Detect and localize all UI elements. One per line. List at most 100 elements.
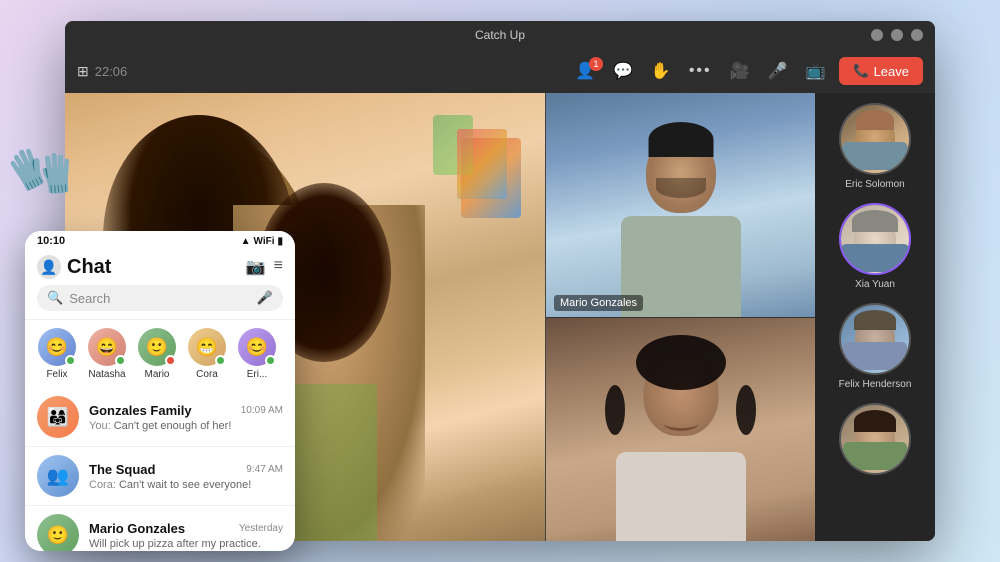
contact-name-eri: Eri...: [247, 369, 268, 380]
photo-more: [841, 405, 909, 473]
art-piece-1: [457, 129, 507, 199]
phone-time: 10:10: [37, 235, 65, 247]
avatar-felix: [839, 303, 911, 375]
woman-hair: [636, 335, 726, 390]
contact-avatar-felix: 😊: [38, 328, 76, 366]
chat-preview-gonzales: You: Can't get enough of her!: [89, 420, 283, 432]
signal-icon: ▲: [241, 236, 251, 247]
screen-share-icon[interactable]: 📺: [801, 57, 829, 85]
woman-body: [616, 452, 746, 541]
minimize-button[interactable]: [871, 29, 883, 41]
contact-mario[interactable]: 🙂 Mario: [137, 328, 177, 380]
sidebar-participant-xia[interactable]: Xia Yuan: [839, 203, 911, 291]
sidebar-participant-eric[interactable]: Eric Solomon: [839, 103, 911, 191]
chat-avatar-mario: 🙂: [37, 514, 79, 551]
search-icon: 🔍: [47, 290, 63, 306]
chat-header-icons: 📷 ≡: [246, 257, 283, 277]
status-dot-felix: [65, 355, 76, 366]
status-dot-cora: [215, 355, 226, 366]
contact-felix[interactable]: 😊 Felix: [37, 328, 77, 380]
chat-preview-mario: Will pick up pizza after my practice.: [89, 538, 283, 550]
chat-top-mario: Mario Gonzales Yesterday: [89, 521, 283, 536]
chat-item-gonzales[interactable]: 👨‍👩‍👧 Gonzales Family 10:09 AM You: Can'…: [25, 388, 295, 447]
toolbar-right: 👤 1 💬 ✋ ••• 🎥 🎤 📺 📞 Leave: [571, 57, 923, 85]
chat-top-squad: The Squad 9:47 AM: [89, 462, 283, 477]
preview-sender-squad: Cora:: [89, 479, 119, 491]
contact-avatar-mario: 🙂: [138, 328, 176, 366]
sidebar-participant-felix[interactable]: Felix Henderson: [839, 303, 912, 391]
contact-name-cora: Cora: [196, 369, 218, 380]
chat-name-mario: Mario Gonzales: [89, 521, 185, 536]
mario-video: [546, 93, 815, 317]
chat-preview-squad: Cora: Can't wait to see everyone!: [89, 479, 283, 491]
chat-info-squad: The Squad 9:47 AM Cora: Can't wait to se…: [89, 462, 283, 491]
more-options-icon[interactable]: •••: [685, 58, 716, 84]
chat-item-mario[interactable]: 🙂 Mario Gonzales Yesterday Will pick up …: [25, 506, 295, 551]
mario-hair: [648, 122, 713, 157]
contact-name-natasha: Natasha: [88, 369, 125, 380]
meeting-time: 22:06: [95, 64, 128, 79]
phone-overlay: 10:10 ▲ WiFi ▮ 👤 Chat 📷 ≡ 🔍: [25, 231, 295, 551]
maximize-button[interactable]: [891, 29, 903, 41]
contact-avatar-eri: 😊: [238, 328, 276, 366]
woman-video: [546, 318, 815, 542]
contact-eri[interactable]: 😊 Eri...: [237, 328, 277, 380]
contact-name-felix: Felix: [46, 369, 67, 380]
mario-beard: [656, 178, 706, 198]
phone-status-icons: ▲ WiFi ▮: [241, 236, 283, 247]
chat-avatar-gonzales: 👨‍👩‍👧: [37, 396, 79, 438]
chat-title-row: 👤 Chat 📷 ≡: [37, 255, 283, 279]
contact-name-mario: Mario: [144, 369, 169, 380]
chat-item-squad[interactable]: 👥 The Squad 9:47 AM Cora: Can't wait to …: [25, 447, 295, 506]
preview-sender-gonzales: You:: [89, 420, 114, 432]
status-dot-mario: [165, 355, 176, 366]
video-icon[interactable]: 🎥: [726, 57, 754, 85]
chat-info-gonzales: Gonzales Family 10:09 AM You: Can't get …: [89, 403, 283, 432]
leave-button[interactable]: 📞 Leave: [839, 57, 923, 85]
avatar-xia: [839, 203, 911, 275]
notification-badge: 1: [589, 57, 603, 71]
sidebar-participant-more[interactable]: [839, 403, 911, 475]
status-dot-natasha: [115, 355, 126, 366]
wifi-icon: WiFi: [253, 236, 274, 247]
menu-icon[interactable]: ≡: [274, 257, 283, 277]
contact-avatar-natasha: 😄: [88, 328, 126, 366]
avatar-more: [839, 403, 911, 475]
chat-time-mario: Yesterday: [239, 523, 283, 534]
grid-view-icon[interactable]: ⊞: [77, 63, 89, 80]
search-placeholder: Search: [69, 291, 251, 306]
video-cell-mario: Mario Gonzales: [546, 93, 815, 318]
photo-eric: [841, 105, 909, 173]
eric-name-label: Eric Solomon: [845, 179, 904, 191]
chat-name-squad: The Squad: [89, 462, 155, 477]
toolbar: ⊞ 22:06 👤 1 💬 ✋ ••• 🎥 🎤 📺 📞 Leave: [65, 49, 935, 93]
contact-cora[interactable]: 😁 Cora: [187, 328, 227, 380]
chat-list: 👨‍👩‍👧 Gonzales Family 10:09 AM You: Can'…: [25, 388, 295, 551]
mario-name-label: Mario Gonzales: [554, 295, 643, 311]
window-controls: [871, 29, 923, 41]
contact-avatar-cora: 😁: [188, 328, 226, 366]
chat-title-with-icon: 👤 Chat: [37, 255, 111, 279]
phone-status-bar: 10:10 ▲ WiFi ▮: [25, 231, 295, 249]
video-cell-woman: [546, 318, 815, 542]
phone-icon: 📞: [853, 63, 869, 79]
woman-hair-right: [736, 385, 756, 435]
felix-name-label: Felix Henderson: [839, 379, 912, 391]
hand-raise-icon[interactable]: ✋: [647, 57, 675, 85]
status-dot-eri: [265, 355, 276, 366]
close-button[interactable]: [911, 29, 923, 41]
chat-time-squad: 9:47 AM: [246, 464, 283, 475]
xia-name-label: Xia Yuan: [855, 279, 895, 291]
people-button-wrapper: 👤 1: [571, 61, 599, 81]
chat-icon[interactable]: 💬: [609, 57, 637, 85]
photo-felix: [841, 305, 909, 373]
woman-smile: [663, 416, 698, 431]
contact-natasha[interactable]: 😄 Natasha: [87, 328, 127, 380]
mic-icon[interactable]: 🎤: [764, 57, 792, 85]
chat-avatar-icon: 👤: [37, 255, 61, 279]
search-bar[interactable]: 🔍 Search 🎤: [37, 285, 283, 311]
woman-hair-left: [605, 385, 625, 435]
chat-header: 👤 Chat 📷 ≡ 🔍 Search 🎤: [25, 249, 295, 320]
video-right-grid: Mario Gonzales: [545, 93, 815, 541]
camera-icon[interactable]: 📷: [246, 257, 266, 277]
